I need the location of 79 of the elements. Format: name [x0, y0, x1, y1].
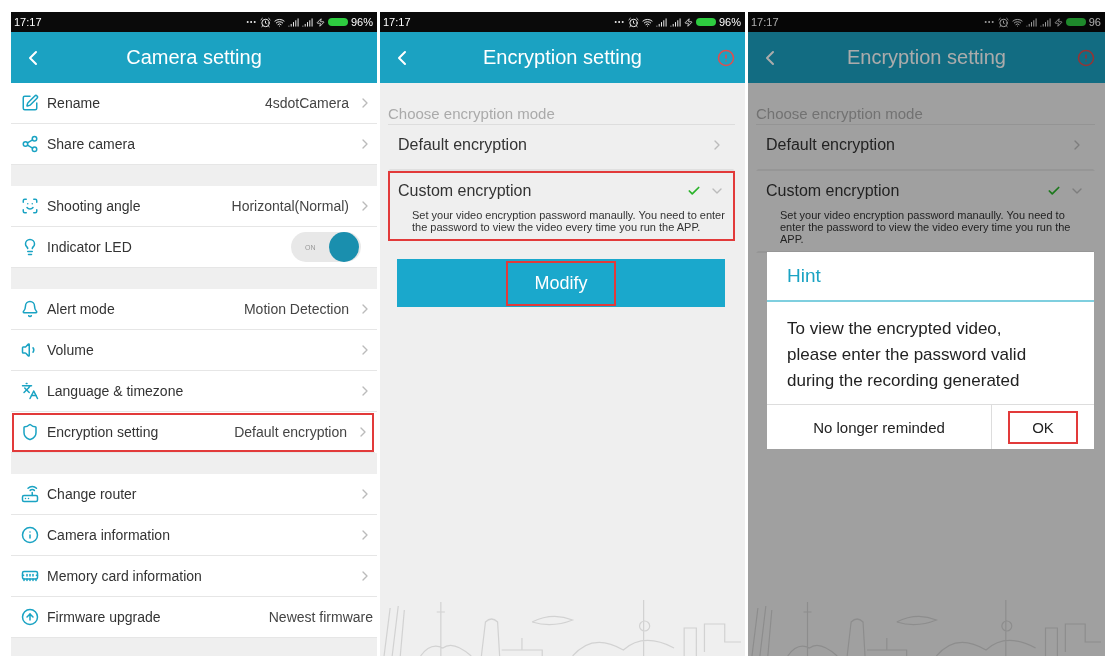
- screen-title: Camera setting: [125, 46, 263, 69]
- setting-label: Alert mode: [47, 301, 116, 317]
- screen-title: Encryption setting: [482, 46, 643, 69]
- charging-icon: [683, 17, 693, 27]
- setting-label: Encryption setting: [47, 424, 160, 440]
- setting-label: Shooting angle: [47, 198, 142, 214]
- setting-label: Memory card information: [47, 568, 203, 584]
- wifi-icon: [273, 16, 285, 28]
- section-label: Choose encryption mode: [388, 105, 735, 125]
- setting-label: Camera information: [47, 527, 171, 543]
- option-description: Set your video encryption password manaully. You need to enter the password to view the video every time you run the APP.: [412, 209, 725, 233]
- alarm-icon: [997, 16, 1009, 28]
- setting-value: Newest firmware: [268, 609, 373, 625]
- screen-title: Encryption setting: [846, 46, 1007, 69]
- battery-icon: [695, 18, 716, 26]
- signal-icon: [655, 16, 667, 28]
- language-icon: [21, 382, 39, 400]
- settings-row[interactable]: Encryption setting Default encryption: [11, 412, 375, 453]
- signal-icon: [669, 16, 681, 28]
- encryption-option[interactable]: Custom encryption Set your video encryption password manaully. You need to enter the password to view the video every time you run the APP.: [388, 171, 735, 241]
- settings-row[interactable]: Change router: [11, 474, 377, 515]
- battery-level: 96%: [718, 16, 741, 28]
- setting-label: Share camera: [47, 136, 136, 152]
- option-label: Default encryption: [398, 136, 528, 154]
- setting-label: Indicator LED: [47, 239, 133, 255]
- option-label: Custom encryption: [398, 182, 533, 200]
- setting-value: Motion Detection: [243, 301, 349, 317]
- setting-label: Rename: [47, 95, 101, 111]
- signal-icon: [301, 16, 313, 28]
- setting-value: Default encryption: [234, 424, 347, 440]
- settings-row[interactable]: Rename 4sdotCamera: [11, 83, 377, 124]
- option-label: Custom encryption: [766, 182, 901, 200]
- alarm-icon: [259, 16, 271, 28]
- battery-icon: [327, 18, 348, 26]
- settings-row[interactable]: Volume: [11, 330, 377, 371]
- share-icon: [21, 135, 39, 153]
- settings-row[interactable]: Shooting angle Horizontal(Normal): [11, 186, 377, 227]
- setting-label: Change router: [47, 486, 138, 502]
- setting-label: Volume: [47, 342, 95, 358]
- signal-icon: [1025, 16, 1037, 28]
- option-description: Set your video encryption password manaully. You need to enter the password to view the video every time you run the APP.: [780, 209, 1072, 245]
- setting-label: Language & timezone: [47, 383, 185, 399]
- alert-icon: [1077, 48, 1095, 67]
- setting-label: Firmware upgrade: [47, 609, 162, 625]
- setting-value: Horizontal(Normal): [231, 198, 349, 214]
- wifi-icon: [1011, 16, 1023, 28]
- option-label: Default encryption: [766, 136, 896, 154]
- battery-level: 96: [1088, 16, 1101, 28]
- settings-row[interactable]: Camera information: [11, 515, 377, 556]
- encryption-option[interactable]: Default encryption: [756, 125, 1095, 171]
- battery-icon: [1065, 18, 1086, 26]
- edit-icon: [21, 94, 39, 112]
- encryption-option[interactable]: Default encryption: [388, 125, 735, 171]
- settings-row[interactable]: Language & timezone: [11, 371, 377, 412]
- status-time: 17:17: [751, 16, 779, 28]
- camera-icon: [21, 197, 39, 215]
- settings-row[interactable]: Memory card information: [11, 556, 377, 597]
- charging-icon: [315, 17, 325, 27]
- check-icon: [1047, 184, 1061, 198]
- arrow-up-circle-icon: [21, 608, 39, 626]
- settings-row[interactable]: Alert mode Motion Detection: [11, 289, 377, 330]
- router-icon: [21, 485, 39, 503]
- charging-icon: [1053, 17, 1063, 27]
- wifi-icon: [641, 16, 653, 28]
- info-icon: [21, 526, 39, 544]
- alert-icon: [717, 48, 735, 67]
- status-time: 17:17: [14, 16, 42, 28]
- dialog-title: Hint: [767, 252, 1094, 302]
- battery-level: 96%: [350, 16, 373, 28]
- status-time: 17:17: [383, 16, 411, 28]
- signal-icon: [287, 16, 299, 28]
- bell-icon: [21, 300, 39, 318]
- signal-icon: [1039, 16, 1051, 28]
- setting-value: 4sdotCamera: [264, 95, 349, 111]
- settings-row[interactable]: Firmware upgrade Newest firmware: [11, 597, 377, 638]
- alarm-icon: [627, 16, 639, 28]
- check-icon: [687, 184, 701, 198]
- shield-icon: [21, 423, 39, 441]
- settings-row[interactable]: Share camera: [11, 124, 377, 165]
